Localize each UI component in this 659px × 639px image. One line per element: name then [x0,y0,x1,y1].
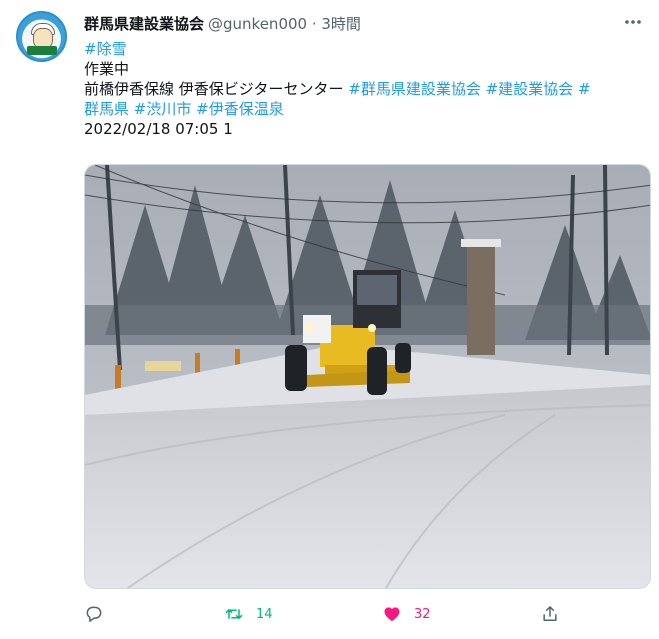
hashtag-link[interactable]: #建設業協会 [486,80,574,98]
hashtag-link[interactable]: #除雪 [84,40,127,58]
heart-icon [384,607,400,622]
tweet-text-line: 前橋伊香保線 伊香保ビジターセンター #群馬県建設業協会 #建設業協会 # [84,79,650,99]
tweet-text-segment: 2022/02/18 07:05 1 [84,120,233,138]
retweet-count: 14 [256,606,273,622]
reply-icon [86,606,102,622]
retweet-icon [225,609,243,619]
reply-button[interactable] [84,600,104,628]
name-tag-icon [27,46,57,55]
hashtag-link[interactable]: # [578,80,591,98]
more-icon [625,20,641,24]
share-button[interactable] [540,600,560,628]
tweet-text-line: #除雪 [84,39,650,59]
retweet-button[interactable]: 14 [224,600,273,628]
tweet-header: 群馬県建設業協会 @gunken000 · 3時間 [84,12,361,34]
tweet-text: #除雪 作業中 前橋伊香保線 伊香保ビジターセンター #群馬県建設業協会 #建設業協… [84,39,650,139]
like-count: 32 [414,606,431,622]
hashtag-link[interactable]: #伊香保温泉 [196,100,284,118]
action-bar: 14 32 [84,600,650,628]
hashtag-link[interactable]: 群馬県 [84,100,129,118]
display-name[interactable]: 群馬県建設業協会 [84,13,204,34]
tweet-text-line: 群馬県 #渋川市 #伊香保温泉 [84,99,650,119]
hashtag-link[interactable]: #群馬県建設業協会 [348,80,481,98]
share-icon [543,606,557,621]
tweet-text-segment: 作業中 [84,60,130,78]
tweet-text-line: 作業中 [84,59,650,79]
like-button[interactable]: 32 [382,600,431,628]
avatar[interactable] [16,11,67,62]
handle-and-time[interactable]: @gunken000 · 3時間 [208,13,361,34]
more-options-button[interactable] [621,12,645,32]
tweet-text-line: 2022/02/18 07:05 1 [84,119,650,139]
hashtag-link[interactable]: #渋川市 [134,100,192,118]
tweet-photo[interactable] [84,164,651,589]
tweet-text-segment: 前橋伊香保線 伊香保ビジターセンター [84,80,349,98]
snow-plow-photo [85,165,650,588]
